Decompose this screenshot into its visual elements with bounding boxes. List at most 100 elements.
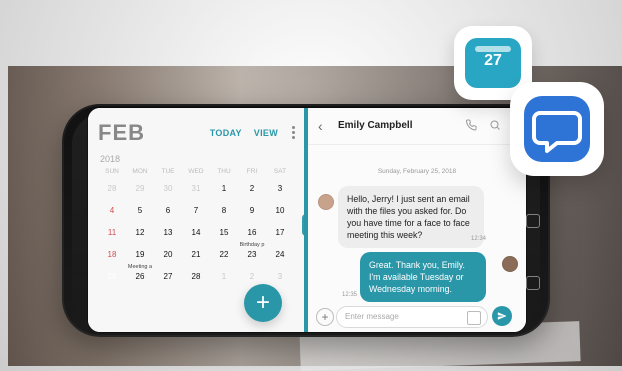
calendar-day-number: 17 <box>275 228 285 237</box>
add-event-button[interactable]: + <box>244 284 282 322</box>
calendar-day-number: 26 <box>135 272 145 281</box>
calendar-day[interactable]: 5 <box>126 204 154 226</box>
side-apps-icon[interactable] <box>526 276 540 290</box>
messages-app-icon-tile <box>524 96 590 162</box>
calendar-year: 2018 <box>100 154 121 164</box>
calendar-day[interactable]: 31 <box>182 182 210 204</box>
calendar-day[interactable]: 28 <box>182 270 210 292</box>
calendar-day-number: 14 <box>191 228 201 237</box>
calendar-day-number: 3 <box>277 272 283 281</box>
calendar-header: FEB 2018 TODAY VIEW <box>98 120 296 164</box>
calendar-app-icon-tile: 27 <box>465 38 521 88</box>
calendar-day-number: 2 <box>249 272 255 281</box>
calendar-day-number: 28 <box>107 184 117 193</box>
messages-app-icon <box>510 82 604 176</box>
contact-avatar <box>318 194 334 210</box>
calendar-day-number: 25 <box>107 272 117 281</box>
calendar-day-number: 24 <box>275 250 285 259</box>
calendar-day[interactable]: 9 <box>238 204 266 226</box>
calendar-day-number: 1 <box>221 184 227 193</box>
calendar-day-number: 21 <box>191 250 201 259</box>
calendar-day-number: 22 <box>219 250 229 259</box>
contact-name: Emily Campbell <box>338 120 413 131</box>
calendar-day[interactable]: 3 <box>266 182 294 204</box>
calendar-day-number: 9 <box>249 206 255 215</box>
calendar-day[interactable]: 16 Birthday p <box>238 226 266 248</box>
calendar-day[interactable]: 29 <box>126 182 154 204</box>
weekday-label: FRI <box>246 168 258 175</box>
calendar-day[interactable]: 23 <box>238 248 266 270</box>
calendar-day[interactable]: 24 <box>266 248 294 270</box>
calendar-day[interactable]: 15 <box>210 226 238 248</box>
calendar-day-number: 23 <box>247 250 257 259</box>
calendar-month: FEB <box>98 120 145 145</box>
view-button[interactable]: VIEW <box>254 128 278 138</box>
attach-button[interactable]: + <box>316 308 334 326</box>
message-input-placeholder: Enter message <box>345 312 399 321</box>
calendar-day[interactable]: 28 <box>98 182 126 204</box>
calendar-day[interactable]: 21 <box>182 248 210 270</box>
calendar-day-number: 12 <box>135 228 145 237</box>
message-composer: + Enter message <box>316 306 518 328</box>
calendar-day-number: 20 <box>163 250 173 259</box>
calendar-day[interactable]: 26 <box>126 270 154 292</box>
today-button[interactable]: TODAY <box>210 128 242 138</box>
calendar-day[interactable]: 14 <box>182 226 210 248</box>
chat-header: ‹ Emily Campbell <box>308 108 526 145</box>
calendar-day[interactable]: 1 <box>210 270 238 292</box>
calendar-day-number: 8 <box>221 206 227 215</box>
calendar-day-number: 31 <box>191 184 201 193</box>
calendar-day-number: 27 <box>163 272 173 281</box>
calendar-day[interactable]: 4 <box>98 204 126 226</box>
calendar-day-number: 3 <box>277 184 283 193</box>
calendar-actions: TODAY VIEW <box>210 126 296 139</box>
calendar-day[interactable]: 18 <box>98 248 126 270</box>
calendar-day-number: 6 <box>165 206 171 215</box>
calendar-day-number: 28 <box>191 272 201 281</box>
calendar-grid: 28 29 30 31 1 2 3 4 5 6 7 8 9 10 11 12 13 14 15 16 Birthday … <box>98 182 294 292</box>
search-icon[interactable] <box>488 118 502 132</box>
calendar-day[interactable]: 6 <box>154 204 182 226</box>
calendar-day-number: 1 <box>221 272 227 281</box>
calendar-day-number: 11 <box>107 228 117 237</box>
sticker-icon[interactable] <box>467 311 481 325</box>
calendar-day-number: 29 <box>135 184 145 193</box>
calendar-day[interactable]: 22 <box>210 248 238 270</box>
weekday-label: SAT <box>273 168 287 175</box>
calendar-icon-date: 27 <box>484 52 502 69</box>
outgoing-message: Great. Thank you, Emily. I'm available T… <box>360 252 486 302</box>
calendar-day[interactable]: 10 <box>266 204 294 226</box>
calendar-day[interactable]: 12 <box>126 226 154 248</box>
calendar-day[interactable]: 11 <box>98 226 126 248</box>
outgoing-message-time: 12:35 <box>342 292 358 298</box>
calendar-day[interactable]: 8 <box>210 204 238 226</box>
calendar-day[interactable]: 17 <box>266 226 294 248</box>
calendar-day-today[interactable]: 25 <box>98 270 126 292</box>
calendar-day[interactable]: 27 <box>154 270 182 292</box>
calendar-day[interactable]: 2 <box>238 182 266 204</box>
calendar-day-number: 4 <box>109 206 115 215</box>
calendar-day-number: 13 <box>163 228 173 237</box>
calendar-day[interactable]: 1 <box>210 182 238 204</box>
calendar-day[interactable]: 30 <box>154 182 182 204</box>
calendar-day[interactable]: 20 <box>154 248 182 270</box>
weekday-label: WED <box>188 168 204 175</box>
calendar-day-number: 18 <box>107 250 117 259</box>
send-button[interactable] <box>492 306 512 326</box>
phone-screen: FEB 2018 TODAY VIEW SUN MON TUE WED THU FRI SA… <box>88 108 526 332</box>
message-input[interactable]: Enter message <box>336 306 488 328</box>
calendar-day[interactable]: 13 <box>154 226 182 248</box>
more-options-icon[interactable] <box>290 126 296 139</box>
calendar-day[interactable]: 19 Meeting a <box>126 248 154 270</box>
messages-pane: ‹ Emily Campbell Sunday, February 25, 20… <box>308 108 526 332</box>
weekday-label: MON <box>132 168 148 175</box>
calendar-day[interactable]: 7 <box>182 204 210 226</box>
weekday-label: SUN <box>105 168 119 175</box>
back-icon[interactable]: ‹ <box>318 118 323 134</box>
conversation-date: Sunday, February 25, 2018 <box>377 168 457 175</box>
weekday-label: TUE <box>161 168 175 175</box>
weekday-header: SUN MON TUE WED THU FRI SAT <box>98 168 294 175</box>
phone-icon[interactable] <box>464 118 478 132</box>
side-rotate-icon[interactable] <box>526 214 540 228</box>
weekday-label: THU <box>217 168 231 175</box>
